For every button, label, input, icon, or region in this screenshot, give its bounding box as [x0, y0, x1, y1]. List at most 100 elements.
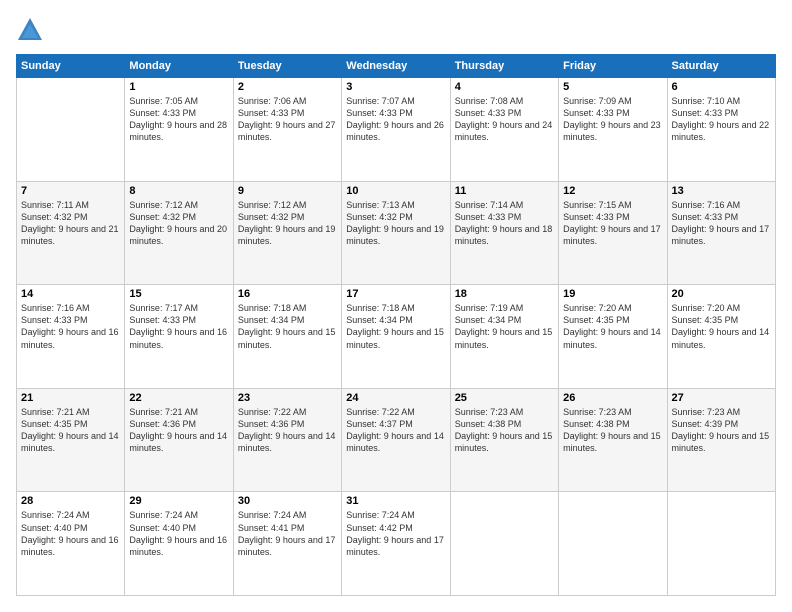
day-sun-info: Sunrise: 7:21 AMSunset: 4:35 PMDaylight:… — [21, 406, 120, 455]
day-number: 16 — [238, 288, 337, 300]
calendar-week-row: 28 Sunrise: 7:24 AMSunset: 4:40 PMDayligh… — [17, 492, 776, 596]
weekday-header-saturday: Saturday — [667, 55, 775, 78]
calendar-day-cell: 28 Sunrise: 7:24 AMSunset: 4:40 PMDayligh… — [17, 492, 125, 596]
calendar-day-cell: 14 Sunrise: 7:16 AMSunset: 4:33 PMDayligh… — [17, 285, 125, 389]
logo-icon — [16, 16, 44, 44]
day-number: 18 — [455, 288, 554, 300]
calendar-day-cell: 2 Sunrise: 7:06 AMSunset: 4:33 PMDaylight… — [233, 78, 341, 182]
day-sun-info: Sunrise: 7:09 AMSunset: 4:33 PMDaylight:… — [563, 95, 662, 144]
weekday-header-sunday: Sunday — [17, 55, 125, 78]
day-number: 30 — [238, 495, 337, 507]
empty-cell — [450, 492, 558, 596]
header — [16, 16, 776, 44]
day-sun-info: Sunrise: 7:12 AMSunset: 4:32 PMDaylight:… — [129, 199, 228, 248]
calendar-day-cell: 10Sunrise: 7:13 AMSunset: 4:32 PMDayligh… — [342, 181, 450, 285]
empty-cell — [559, 492, 667, 596]
calendar-day-cell: 23 Sunrise: 7:22 AMSunset: 4:36 PMDayligh… — [233, 388, 341, 492]
day-sun-info: Sunrise: 7:24 AMSunset: 4:40 PMDaylight:… — [129, 509, 228, 558]
day-number: 2 — [238, 81, 337, 93]
calendar-week-row: 21 Sunrise: 7:21 AMSunset: 4:35 PMDayligh… — [17, 388, 776, 492]
day-number: 4 — [455, 81, 554, 93]
day-number: 19 — [563, 288, 662, 300]
weekday-header-friday: Friday — [559, 55, 667, 78]
calendar-day-cell: 3 Sunrise: 7:07 AMSunset: 4:33 PMDaylight… — [342, 78, 450, 182]
day-number: 9 — [238, 185, 337, 197]
day-sun-info: Sunrise: 7:20 AMSunset: 4:35 PMDaylight:… — [563, 302, 662, 351]
logo — [16, 16, 48, 44]
weekday-header-wednesday: Wednesday — [342, 55, 450, 78]
day-number: 13 — [672, 185, 771, 197]
day-number: 20 — [672, 288, 771, 300]
calendar-day-cell: 4Sunrise: 7:08 AMSunset: 4:33 PMDaylight… — [450, 78, 558, 182]
calendar-day-cell: 24 Sunrise: 7:22 AMSunset: 4:37 PMDayligh… — [342, 388, 450, 492]
day-number: 31 — [346, 495, 445, 507]
day-sun-info: Sunrise: 7:24 AMSunset: 4:40 PMDaylight:… — [21, 509, 120, 558]
day-sun-info: Sunrise: 7:18 AMSunset: 4:34 PMDaylight:… — [346, 302, 445, 351]
calendar-week-row: 7 Sunrise: 7:11 AMSunset: 4:32 PMDaylight… — [17, 181, 776, 285]
day-number: 7 — [21, 185, 120, 197]
calendar-day-cell: 7 Sunrise: 7:11 AMSunset: 4:32 PMDaylight… — [17, 181, 125, 285]
day-sun-info: Sunrise: 7:11 AMSunset: 4:32 PMDaylight:… — [21, 199, 120, 248]
empty-cell — [667, 492, 775, 596]
day-sun-info: Sunrise: 7:16 AMSunset: 4:33 PMDaylight:… — [21, 302, 120, 351]
calendar-day-cell: 19 Sunrise: 7:20 AMSunset: 4:35 PMDayligh… — [559, 285, 667, 389]
calendar-day-cell: 21 Sunrise: 7:21 AMSunset: 4:35 PMDayligh… — [17, 388, 125, 492]
day-number: 25 — [455, 392, 554, 404]
day-sun-info: Sunrise: 7:22 AMSunset: 4:36 PMDaylight:… — [238, 406, 337, 455]
day-number: 23 — [238, 392, 337, 404]
weekday-header-thursday: Thursday — [450, 55, 558, 78]
calendar-week-row: 1 Sunrise: 7:05 AMSunset: 4:33 PMDaylight… — [17, 78, 776, 182]
day-sun-info: Sunrise: 7:12 AMSunset: 4:32 PMDaylight:… — [238, 199, 337, 248]
empty-cell — [17, 78, 125, 182]
day-sun-info: Sunrise: 7:23 AMSunset: 4:38 PMDaylight:… — [455, 406, 554, 455]
calendar-day-cell: 1 Sunrise: 7:05 AMSunset: 4:33 PMDaylight… — [125, 78, 233, 182]
day-number: 11 — [455, 185, 554, 197]
weekday-header-row: SundayMondayTuesdayWednesdayThursdayFrid… — [17, 55, 776, 78]
calendar-table: SundayMondayTuesdayWednesdayThursdayFrid… — [16, 54, 776, 596]
day-number: 10 — [346, 185, 445, 197]
calendar-day-cell: 6 Sunrise: 7:10 AMSunset: 4:33 PMDaylight… — [667, 78, 775, 182]
calendar-day-cell: 5 Sunrise: 7:09 AMSunset: 4:33 PMDaylight… — [559, 78, 667, 182]
calendar-day-cell: 27 Sunrise: 7:23 AMSunset: 4:39 PMDayligh… — [667, 388, 775, 492]
day-sun-info: Sunrise: 7:21 AMSunset: 4:36 PMDaylight:… — [129, 406, 228, 455]
calendar-day-cell: 22Sunrise: 7:21 AMSunset: 4:36 PMDayligh… — [125, 388, 233, 492]
day-sun-info: Sunrise: 7:05 AMSunset: 4:33 PMDaylight:… — [129, 95, 228, 144]
day-number: 12 — [563, 185, 662, 197]
calendar-day-cell: 17 Sunrise: 7:18 AMSunset: 4:34 PMDayligh… — [342, 285, 450, 389]
day-number: 1 — [129, 81, 228, 93]
day-sun-info: Sunrise: 7:14 AMSunset: 4:33 PMDaylight:… — [455, 199, 554, 248]
day-number: 21 — [21, 392, 120, 404]
day-number: 24 — [346, 392, 445, 404]
calendar-day-cell: 29Sunrise: 7:24 AMSunset: 4:40 PMDayligh… — [125, 492, 233, 596]
day-sun-info: Sunrise: 7:16 AMSunset: 4:33 PMDaylight:… — [672, 199, 771, 248]
calendar-day-cell: 11 Sunrise: 7:14 AMSunset: 4:33 PMDayligh… — [450, 181, 558, 285]
day-number: 27 — [672, 392, 771, 404]
calendar-day-cell: 16 Sunrise: 7:18 AMSunset: 4:34 PMDayligh… — [233, 285, 341, 389]
calendar-day-cell: 9 Sunrise: 7:12 AMSunset: 4:32 PMDaylight… — [233, 181, 341, 285]
day-sun-info: Sunrise: 7:07 AMSunset: 4:33 PMDaylight:… — [346, 95, 445, 144]
day-number: 17 — [346, 288, 445, 300]
calendar-day-cell: 18 Sunrise: 7:19 AMSunset: 4:34 PMDayligh… — [450, 285, 558, 389]
day-number: 26 — [563, 392, 662, 404]
day-sun-info: Sunrise: 7:18 AMSunset: 4:34 PMDaylight:… — [238, 302, 337, 351]
day-sun-info: Sunrise: 7:19 AMSunset: 4:34 PMDaylight:… — [455, 302, 554, 351]
day-number: 6 — [672, 81, 771, 93]
day-number: 14 — [21, 288, 120, 300]
calendar-day-cell: 31Sunrise: 7:24 AMSunset: 4:42 PMDayligh… — [342, 492, 450, 596]
day-sun-info: Sunrise: 7:06 AMSunset: 4:33 PMDaylight:… — [238, 95, 337, 144]
day-number: 5 — [563, 81, 662, 93]
day-sun-info: Sunrise: 7:22 AMSunset: 4:37 PMDaylight:… — [346, 406, 445, 455]
day-number: 28 — [21, 495, 120, 507]
calendar-week-row: 14 Sunrise: 7:16 AMSunset: 4:33 PMDayligh… — [17, 285, 776, 389]
weekday-header-monday: Monday — [125, 55, 233, 78]
calendar-day-cell: 20Sunrise: 7:20 AMSunset: 4:35 PMDayligh… — [667, 285, 775, 389]
day-sun-info: Sunrise: 7:17 AMSunset: 4:33 PMDaylight:… — [129, 302, 228, 351]
day-number: 3 — [346, 81, 445, 93]
day-sun-info: Sunrise: 7:23 AMSunset: 4:38 PMDaylight:… — [563, 406, 662, 455]
day-sun-info: Sunrise: 7:24 AMSunset: 4:41 PMDaylight:… — [238, 509, 337, 558]
weekday-header-tuesday: Tuesday — [233, 55, 341, 78]
day-sun-info: Sunrise: 7:23 AMSunset: 4:39 PMDaylight:… — [672, 406, 771, 455]
day-sun-info: Sunrise: 7:10 AMSunset: 4:33 PMDaylight:… — [672, 95, 771, 144]
day-sun-info: Sunrise: 7:15 AMSunset: 4:33 PMDaylight:… — [563, 199, 662, 248]
calendar-day-cell: 12 Sunrise: 7:15 AMSunset: 4:33 PMDayligh… — [559, 181, 667, 285]
